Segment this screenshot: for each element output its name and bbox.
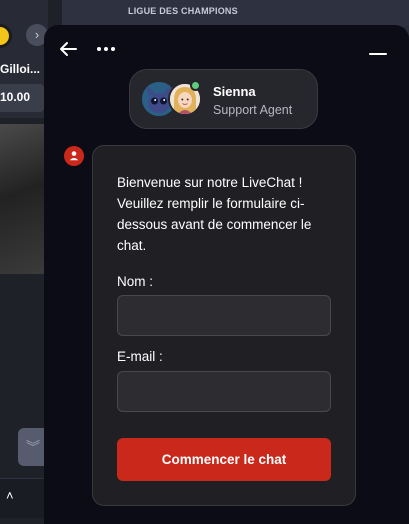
bot-avatar [64,146,84,166]
league-title: LIGUE DES CHAMPIONS [128,6,238,16]
welcome-message: Bienvenue sur notre LiveChat ! Veuillez … [117,175,312,253]
agent-role: Support Agent [213,103,293,117]
agent-name: Sienna [213,84,256,99]
name-label: Nom : [117,274,154,289]
email-field[interactable] [117,371,331,412]
competition-header: LIGUE DES CHAMPIONS [62,0,409,26]
name-field[interactable] [117,295,331,336]
team-name: Gilloi... [0,62,41,76]
agent-info: Sienna Support Agent [129,69,318,129]
match-photo [0,124,48,274]
odd-value: 10.00 [0,90,31,104]
livechat-widget: Sienna Support Agent Bienvenue sur notre… [44,25,409,524]
arrow-left-icon [60,42,77,56]
caret-up-icon[interactable]: ˄ [6,488,14,503]
online-status-indicator [190,80,201,91]
email-label: E-mail : [117,349,163,364]
more-dots-icon [97,47,115,51]
user-icon [69,151,79,161]
start-chat-button[interactable]: Commencer le chat [117,438,331,481]
more-options-button[interactable] [92,35,120,63]
minimize-button[interactable] [364,35,392,63]
back-button[interactable] [54,35,82,63]
minimize-icon [369,53,387,55]
prechat-form-card: Bienvenue sur notre LiveChat ! Veuillez … [92,145,356,506]
